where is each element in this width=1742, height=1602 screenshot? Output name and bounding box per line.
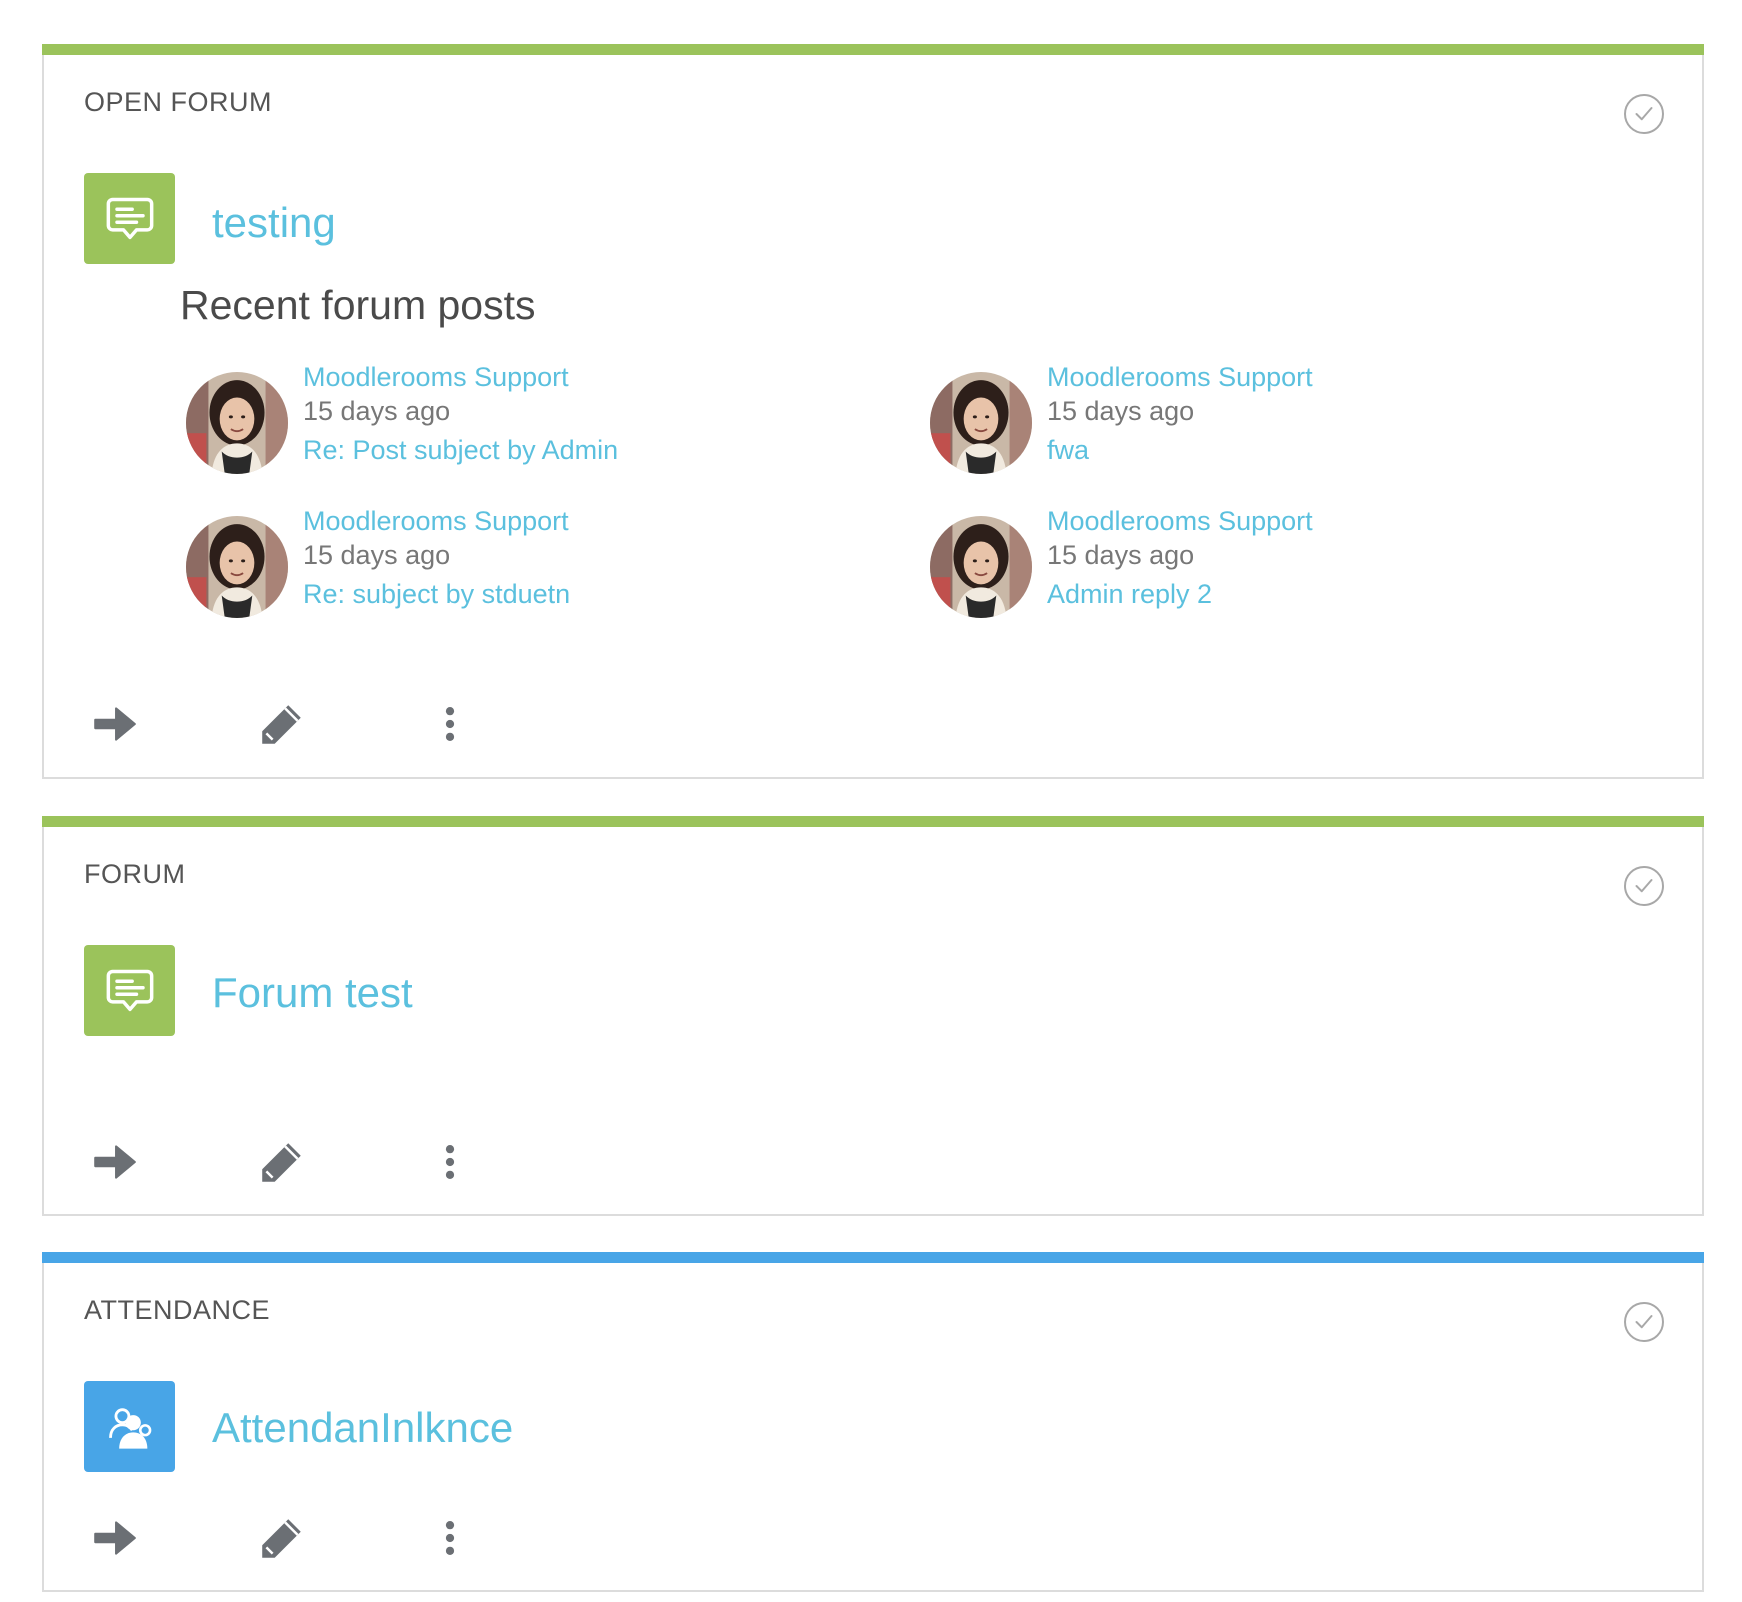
post-subject-link[interactable]: fwa — [1047, 435, 1089, 466]
avatar — [186, 516, 288, 618]
avatar — [186, 372, 288, 474]
forum-post-item: Moodlerooms Support 15 days ago Admin re… — [930, 506, 1530, 616]
post-author-link[interactable]: Moodlerooms Support — [303, 506, 569, 537]
forum-post-item: Moodlerooms Support 15 days ago Re: Post… — [186, 362, 786, 472]
completion-check-icon[interactable] — [1624, 94, 1664, 134]
activity-type-label: ATTENDANCE — [84, 1295, 271, 1325]
activity-type-label: OPEN FORUM — [84, 87, 273, 117]
activity-card-open-forum: OPEN FORUM testing Recent forum posts Mo… — [42, 44, 1704, 779]
more-options-icon[interactable] — [420, 1132, 480, 1192]
attendance-icon — [84, 1381, 175, 1472]
card-accent-bar — [42, 44, 1704, 55]
open-arrow-icon[interactable] — [84, 1132, 144, 1192]
post-author-link[interactable]: Moodlerooms Support — [1047, 506, 1313, 537]
edit-pencil-icon[interactable] — [252, 1508, 312, 1568]
post-subject-link[interactable]: Re: subject by stduetn — [303, 579, 570, 610]
activity-title-link[interactable]: Forum test — [212, 969, 413, 1017]
edit-pencil-icon[interactable] — [252, 694, 312, 754]
post-author-link[interactable]: Moodlerooms Support — [303, 362, 569, 393]
post-time: 15 days ago — [303, 396, 451, 426]
post-author-link[interactable]: Moodlerooms Support — [1047, 362, 1313, 393]
completion-check-icon[interactable] — [1624, 1302, 1664, 1342]
activity-type-label: FORUM — [84, 859, 186, 889]
card-accent-bar — [42, 1252, 1704, 1263]
edit-pencil-icon[interactable] — [252, 1132, 312, 1192]
avatar — [930, 516, 1032, 618]
post-subject-link[interactable]: Re: Post subject by Admin — [303, 435, 618, 466]
activity-card-forum: FORUM Forum test — [42, 816, 1704, 1216]
forum-icon — [84, 945, 175, 1036]
post-subject-link[interactable]: Admin reply 2 — [1047, 579, 1212, 610]
avatar — [930, 372, 1032, 474]
open-arrow-icon[interactable] — [84, 694, 144, 754]
forum-post-item: Moodlerooms Support 15 days ago fwa — [930, 362, 1530, 472]
more-options-icon[interactable] — [420, 1508, 480, 1568]
activity-card-attendance: ATTENDANCE AttendanInlknce — [42, 1252, 1704, 1592]
activity-title-link[interactable]: AttendanInlknce — [212, 1404, 513, 1452]
post-time: 15 days ago — [303, 540, 451, 570]
forum-post-item: Moodlerooms Support 15 days ago Re: subj… — [186, 506, 786, 616]
recent-forum-posts-heading: Recent forum posts — [180, 282, 536, 328]
post-time: 15 days ago — [1047, 396, 1195, 426]
activity-title-link[interactable]: testing — [212, 199, 336, 247]
completion-check-icon[interactable] — [1624, 866, 1664, 906]
open-arrow-icon[interactable] — [84, 1508, 144, 1568]
post-time: 15 days ago — [1047, 540, 1195, 570]
forum-icon — [84, 173, 175, 264]
card-accent-bar — [42, 816, 1704, 827]
more-options-icon[interactable] — [420, 694, 480, 754]
